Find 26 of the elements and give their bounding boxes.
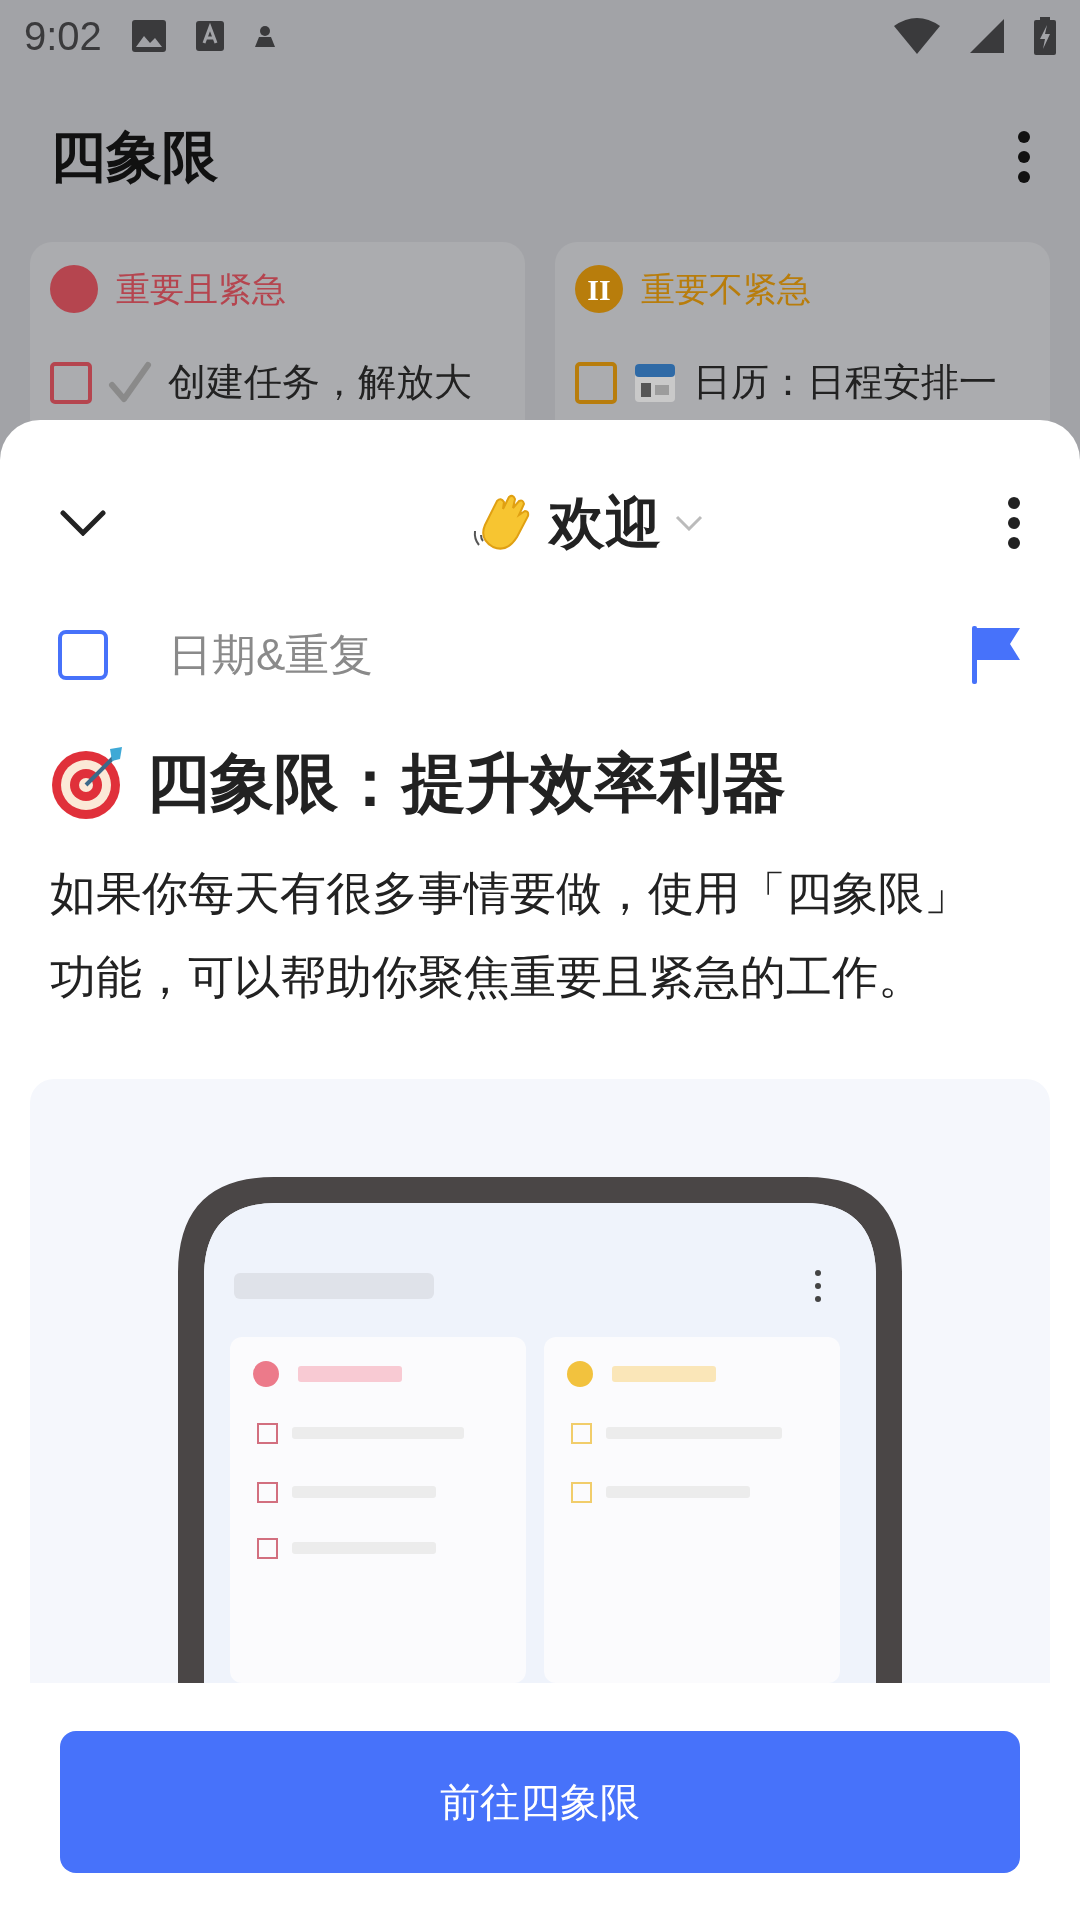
collapse-chevron-icon[interactable] xyxy=(60,509,106,536)
section-heading: 四象限：提升效率利器 xyxy=(146,746,786,821)
battery-icon xyxy=(1034,17,1056,55)
task-checkbox[interactable] xyxy=(575,361,617,404)
status-time: 9:02 xyxy=(24,13,102,60)
check-mark-icon xyxy=(108,360,152,405)
app-title: 四象限 xyxy=(50,124,218,190)
signal-icon xyxy=(970,19,1004,53)
description-paragraph: 如果你每天有很多事情要做，使用「四象限」功能，可以帮助你聚焦重要且紧急的工作。 xyxy=(49,866,971,1005)
go-to-quadrants-button[interactable]: 前往四象限 xyxy=(60,1730,1020,1873)
quadrant-badge: II xyxy=(575,265,623,313)
more-icon[interactable] xyxy=(1018,131,1030,183)
sheet-title[interactable]: 欢迎 xyxy=(549,480,661,565)
task-checkbox[interactable] xyxy=(58,630,108,680)
keyboard-icon xyxy=(195,21,224,51)
task-title: 日历：日程安排一 xyxy=(693,360,997,405)
task-title: 创建任务，解放大 xyxy=(168,360,472,405)
wifi-icon xyxy=(894,18,940,54)
quadrant-title: 重要且紧急 xyxy=(116,268,286,310)
date-repeat-field[interactable]: 日期&重复 xyxy=(168,622,972,688)
image-icon xyxy=(131,20,166,52)
quadrant-title: 重要不紧急 xyxy=(641,268,811,310)
person-icon xyxy=(253,25,276,47)
task-checkbox[interactable] xyxy=(50,361,92,404)
more-icon[interactable] xyxy=(1008,496,1020,549)
flag-icon[interactable] xyxy=(972,626,1022,684)
